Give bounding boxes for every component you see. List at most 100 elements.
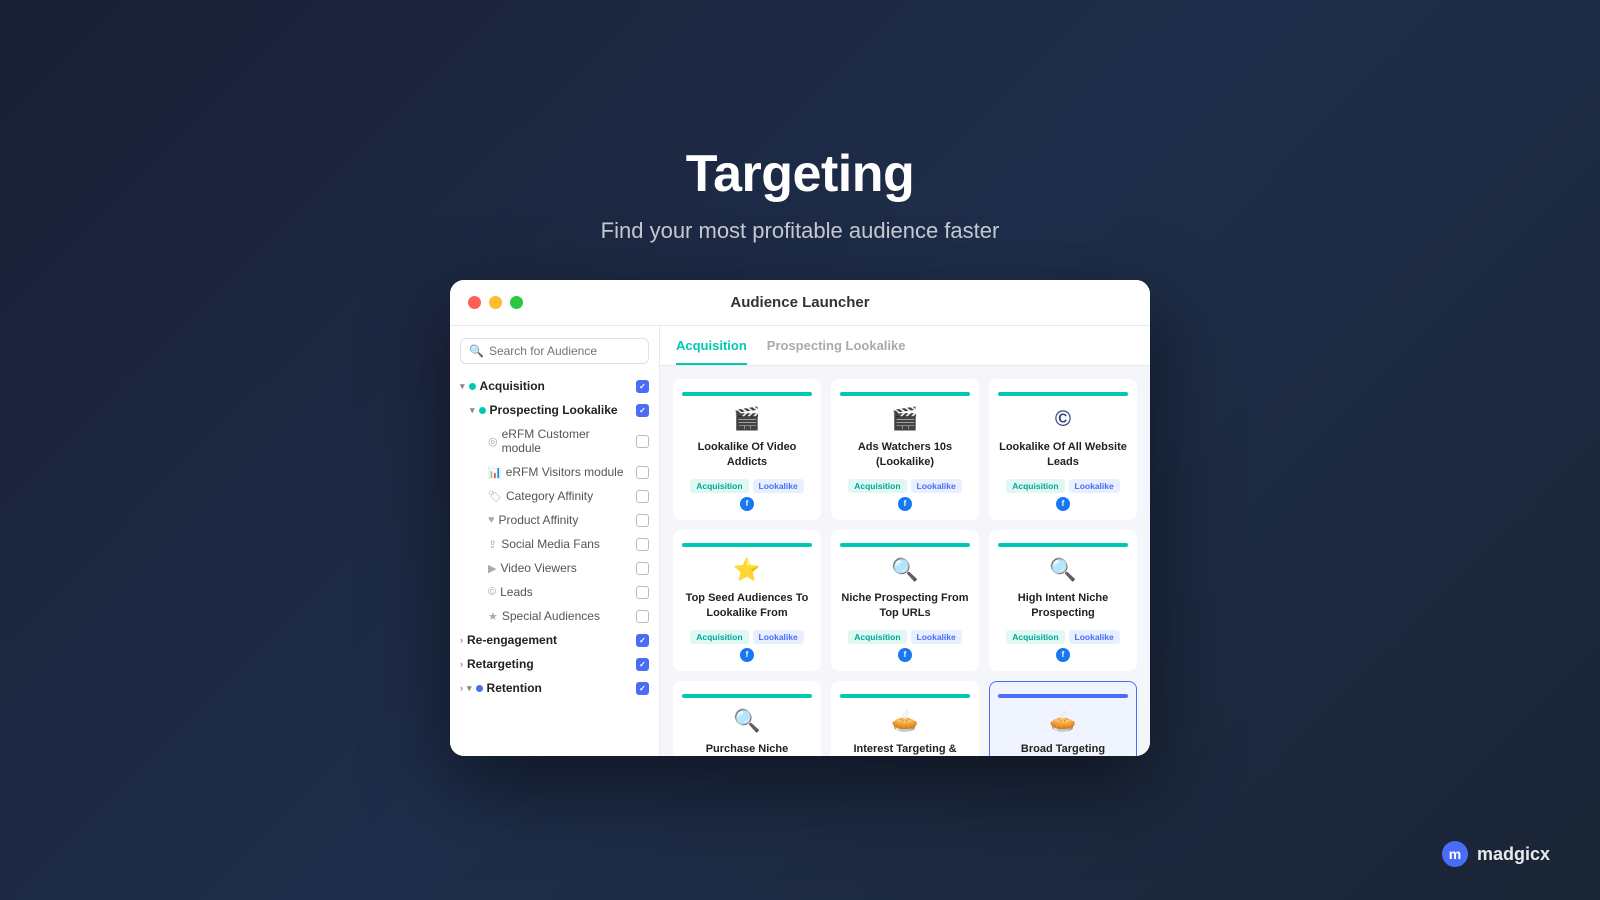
sidebar-label: Video Viewers: [500, 561, 576, 575]
sidebar-item-erfm-customer[interactable]: ◎ eRFM Customer module: [450, 422, 659, 460]
page-title: Targeting: [686, 144, 915, 204]
chevron-down-icon: ▾: [467, 683, 472, 694]
sidebar-label: Retargeting: [467, 657, 534, 671]
sidebar-item-re-engagement[interactable]: › Re-engagement: [450, 628, 659, 652]
card-title: Ads Watchers 10s (Lookalike): [840, 440, 970, 471]
card-high-intent-niche[interactable]: 🔍 High Intent Niche Prospecting Acquisit…: [989, 530, 1137, 671]
card-badges: Acquisition Lookalike f: [840, 479, 970, 511]
search-box[interactable]: 🔍: [460, 338, 649, 364]
video-icon: 🎬: [733, 406, 760, 432]
window-dots: [468, 296, 523, 309]
card-title: Niche Prospecting From Top URLs: [840, 591, 970, 622]
chevron-icon: ›: [460, 683, 463, 693]
app-window: Audience Launcher 🔍 ▾ Acquisition ▾ Pros…: [450, 280, 1150, 756]
card-top-bar: [840, 543, 970, 547]
sidebar-item-video-viewers[interactable]: ▶ Video Viewers: [450, 556, 659, 580]
sidebar-label: Special Audiences: [502, 609, 600, 623]
card-top-seed[interactable]: ⭐ Top Seed Audiences To Lookalike From A…: [673, 530, 821, 671]
checkbox[interactable]: [636, 514, 649, 527]
card-top-bar: [682, 543, 812, 547]
checkbox[interactable]: [636, 682, 649, 695]
sidebar-label: Product Affinity: [499, 513, 579, 527]
checkbox[interactable]: [636, 538, 649, 551]
facebook-icon: f: [1056, 648, 1070, 662]
badge-acquisition: Acquisition: [690, 479, 748, 493]
card-top-bar: [998, 392, 1128, 396]
card-top-bar: [682, 392, 812, 396]
sidebar-item-retention[interactable]: › ▾ Retention: [450, 676, 659, 700]
sidebar-item-product-affinity[interactable]: ♥ Product Affinity: [450, 508, 659, 532]
checkbox[interactable]: [636, 435, 649, 448]
video-icon: ▶: [488, 562, 496, 575]
card-purchase-niche[interactable]: 🔍 Purchase Niche Prospecting (URLs) Acqu…: [673, 681, 821, 756]
checkbox[interactable]: [636, 634, 649, 647]
sidebar-label: Category Affinity: [506, 489, 593, 503]
card-lookalike-website[interactable]: © Lookalike Of All Website Leads Acquisi…: [989, 379, 1137, 520]
video-icon: 🎬: [891, 406, 918, 432]
dot-yellow: [489, 296, 502, 309]
card-top-bar: [840, 392, 970, 396]
sidebar-label: Acquisition: [480, 379, 545, 393]
card-ads-watchers[interactable]: 🎬 Ads Watchers 10s (Lookalike) Acquisiti…: [831, 379, 979, 520]
share-icon: ⇪: [488, 538, 497, 551]
search-icon: 🔍: [733, 708, 760, 734]
circle-icon: ◎: [488, 435, 498, 448]
window-titlebar: Audience Launcher: [450, 280, 1150, 326]
sidebar-label: Social Media Fans: [501, 537, 600, 551]
card-title: Purchase Niche Prospecting (URLs): [682, 742, 812, 756]
chevron-icon: ›: [460, 635, 463, 645]
sidebar-item-category-affinity[interactable]: 🏷 Category Affinity: [450, 484, 659, 508]
checkbox[interactable]: [636, 490, 649, 503]
tab-prospecting-lookalike[interactable]: Prospecting Lookalike: [767, 338, 906, 365]
card-badges: Acquisition Lookalike f: [998, 630, 1128, 662]
sidebar-label: Leads: [500, 585, 533, 599]
sidebar-label: Retention: [487, 681, 542, 695]
card-badges: Acquisition Lookalike f: [682, 630, 812, 662]
sidebar-item-special-audiences[interactable]: ★ Special Audiences: [450, 604, 659, 628]
star-icon: ⭐: [733, 557, 760, 583]
sidebar-label: Re-engagement: [467, 633, 557, 647]
search-input[interactable]: [489, 344, 640, 358]
sidebar-item-retargeting[interactable]: › Retargeting: [450, 652, 659, 676]
star-icon: ★: [488, 610, 498, 623]
sidebar-item-social-media-fans[interactable]: ⇪ Social Media Fans: [450, 532, 659, 556]
card-top-bar: [840, 694, 970, 698]
badge-acquisition: Acquisition: [1006, 630, 1064, 644]
chevron-icon: ›: [460, 659, 463, 669]
checkbox[interactable]: [636, 466, 649, 479]
checkbox-acquisition[interactable]: [636, 380, 649, 393]
facebook-icon: f: [740, 648, 754, 662]
tabs-bar: Acquisition Prospecting Lookalike: [660, 326, 1150, 366]
badge-acquisition: Acquisition: [1006, 479, 1064, 493]
sidebar-item-erfm-visitors[interactable]: 📊 eRFM Visitors module: [450, 460, 659, 484]
chevron-icon: ▾: [460, 381, 465, 392]
checkbox[interactable]: [636, 586, 649, 599]
bullet-teal: [479, 407, 486, 414]
sidebar-item-acquisition[interactable]: ▾ Acquisition: [450, 374, 659, 398]
card-niche-prospecting-urls[interactable]: 🔍 Niche Prospecting From Top URLs Acquis…: [831, 530, 979, 671]
card-lookalike-video[interactable]: 🎬 Lookalike Of Video Addicts Acquisition…: [673, 379, 821, 520]
sidebar-item-leads[interactable]: © Leads: [450, 580, 659, 604]
checkbox[interactable]: [636, 562, 649, 575]
chevron-icon: ▾: [470, 405, 475, 416]
checkbox-prospecting[interactable]: [636, 404, 649, 417]
card-interest-targeting[interactable]: 🥧 Interest Targeting & Audience Mixes Ac…: [831, 681, 979, 756]
card-title: Top Seed Audiences To Lookalike From: [682, 591, 812, 622]
badge-acquisition: Acquisition: [848, 630, 906, 644]
card-badges: Acquisition Lookalike f: [840, 630, 970, 662]
card-broad-targeting[interactable]: 🥧 Broad Targeting Acquisition f: [989, 681, 1137, 756]
tag-icon: 🏷: [488, 490, 502, 503]
tab-acquisition[interactable]: Acquisition: [676, 338, 747, 365]
badge-acquisition: Acquisition: [690, 630, 748, 644]
badge-lookalike: Lookalike: [911, 630, 962, 644]
pie-chart-icon: 🥧: [1049, 708, 1076, 734]
sidebar-label: Prospecting Lookalike: [490, 403, 618, 417]
badge-lookalike: Lookalike: [1069, 630, 1120, 644]
heart-icon: ♥: [488, 514, 495, 526]
window-body: 🔍 ▾ Acquisition ▾ Prospecting Lookalike …: [450, 326, 1150, 756]
sidebar-item-prospecting-lookalike[interactable]: ▾ Prospecting Lookalike: [450, 398, 659, 422]
checkbox[interactable]: [636, 658, 649, 671]
card-badges: Acquisition Lookalike f: [998, 479, 1128, 511]
checkbox[interactable]: [636, 610, 649, 623]
madgicx-logo: m madgicx: [1441, 840, 1550, 868]
